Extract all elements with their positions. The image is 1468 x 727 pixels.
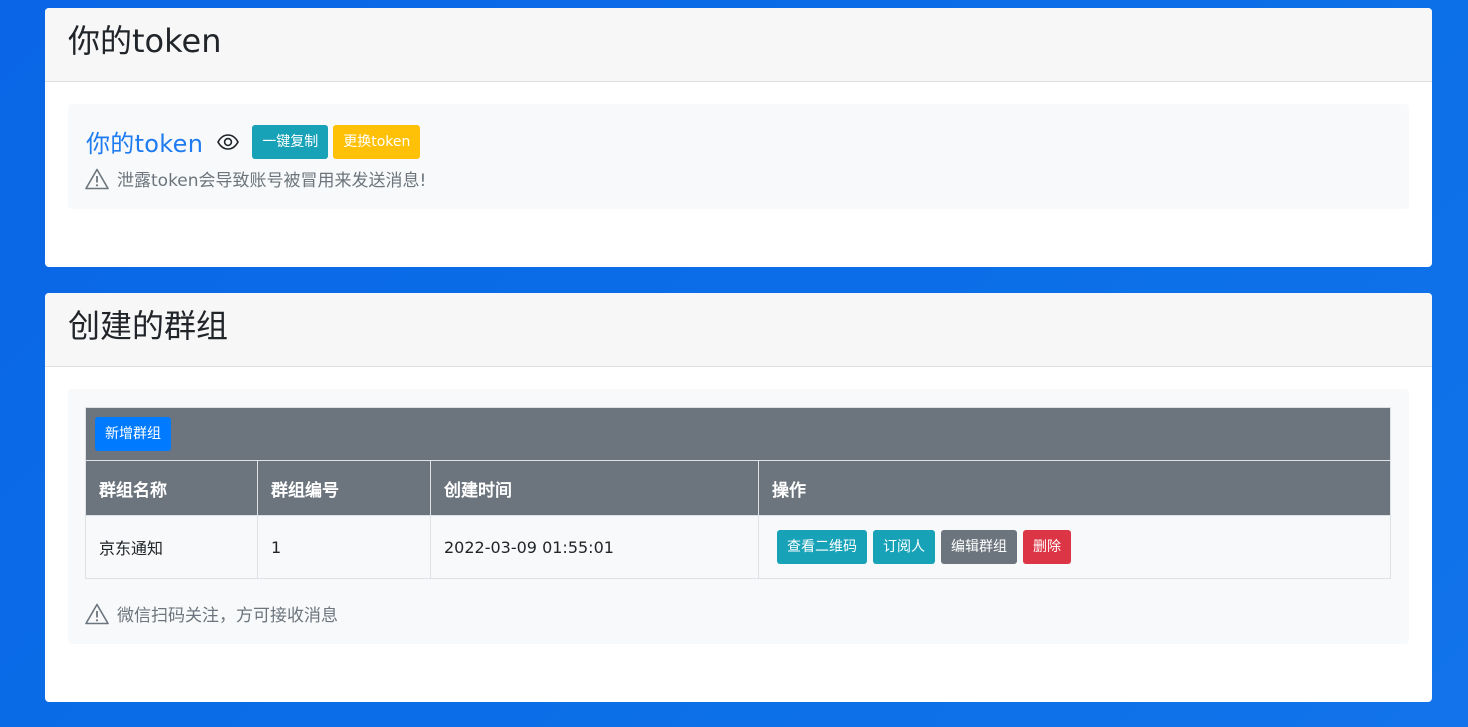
table-row: 京东通知 1 2022-03-09 01:55:01 查看二维码 订阅人 编辑群组删… [85,515,1391,579]
token-card-header: 你的token [45,8,1432,82]
groups-table: 群组名称 群组编号 创建时间 操作 京东通知 1 2022-03-09 01:5… [85,460,1391,579]
change-token-button[interactable]: 更换token [333,124,421,159]
eye-icon[interactable] [217,133,240,150]
column-header-created: 创建时间 [430,460,759,516]
group-actions-cell: 查看二维码 订阅人 编辑群组 删除 [758,515,1391,579]
group-id-cell: 1 [257,515,431,579]
groups-table-wrap: 新增群组 群组名称 群组编号 创建时间 操作 京东通知 1 2022-03-09… [85,407,1391,579]
groups-card: 创建的群组 新增群组 群组名称 群组编号 创建时间 操作 京东通知 1 2022… [45,293,1432,702]
add-group-button[interactable]: 新增群组 [95,417,171,451]
warning-triangle-icon [85,603,109,625]
token-card: 你的token 你的token 一键复制 更换token 泄露token会导致账… [45,8,1432,267]
table-header-row: 群组名称 群组编号 创建时间 操作 [85,460,1391,516]
groups-table-toolbar: 新增群组 [85,407,1391,460]
token-warning-text: 泄露token会导致账号被冒用来发送消息! [117,171,427,191]
groups-warning-text: 微信扫码关注，方可接收消息 [117,606,338,626]
subscribers-button[interactable]: 订阅人 [873,530,935,564]
column-header-name: 群组名称 [85,460,258,516]
delete-group-button[interactable]: 删除 [1023,530,1071,564]
warning-triangle-icon [85,168,109,190]
groups-warning: 微信扫码关注，方可接收消息 [85,601,338,626]
edit-group-button[interactable]: 编辑群组 [941,530,1017,564]
column-header-id: 群组编号 [257,460,431,516]
group-created-cell: 2022-03-09 01:55:01 [430,515,759,579]
copy-token-button[interactable]: 一键复制 [252,124,329,159]
column-header-actions: 操作 [758,460,1391,516]
groups-card-header: 创建的群组 [45,293,1432,367]
groups-panel: 新增群组 群组名称 群组编号 创建时间 操作 京东通知 1 2022-03-09… [68,389,1409,644]
token-row: 你的token 一键复制 更换token [86,124,421,159]
view-qrcode-button[interactable]: 查看二维码 [777,530,867,564]
token-panel: 你的token 一键复制 更换token 泄露token会导致账号被冒用来发送消… [68,104,1409,209]
token-label: 你的token [86,130,204,158]
groups-card-title: 创建的群组 [68,307,229,345]
token-warning: 泄露token会导致账号被冒用来发送消息! [85,166,426,191]
group-name-cell: 京东通知 [85,515,258,579]
token-card-title: 你的token [68,22,222,60]
